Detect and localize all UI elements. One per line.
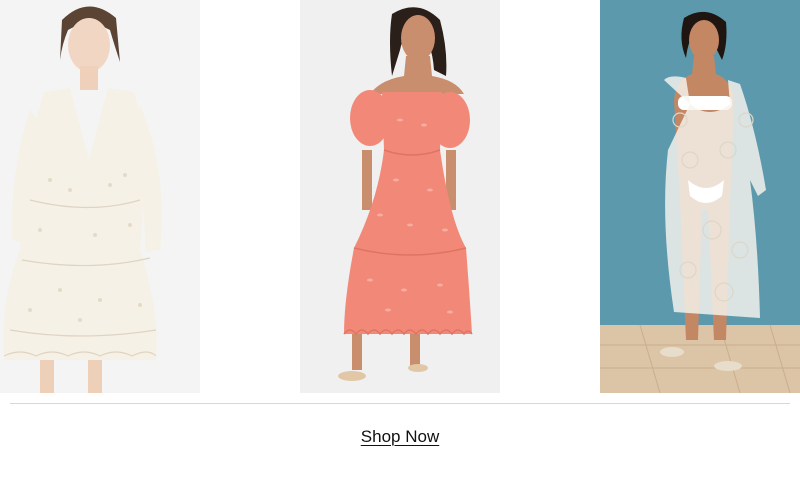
page: Shop Now — [0, 0, 800, 486]
lace-cover-up-illustration — [600, 0, 800, 393]
shop-now-link[interactable]: Shop Now — [361, 427, 439, 446]
shop-now-container: Shop Now — [0, 426, 800, 448]
product-image-white-lace-dress[interactable] — [0, 0, 200, 393]
product-image-coral-dress[interactable] — [300, 0, 500, 393]
section-divider — [10, 403, 790, 404]
coral-dress-illustration — [300, 0, 500, 393]
white-lace-dress-illustration — [0, 0, 200, 393]
product-image-row — [0, 0, 800, 393]
product-image-lace-cover-up[interactable] — [600, 0, 800, 393]
